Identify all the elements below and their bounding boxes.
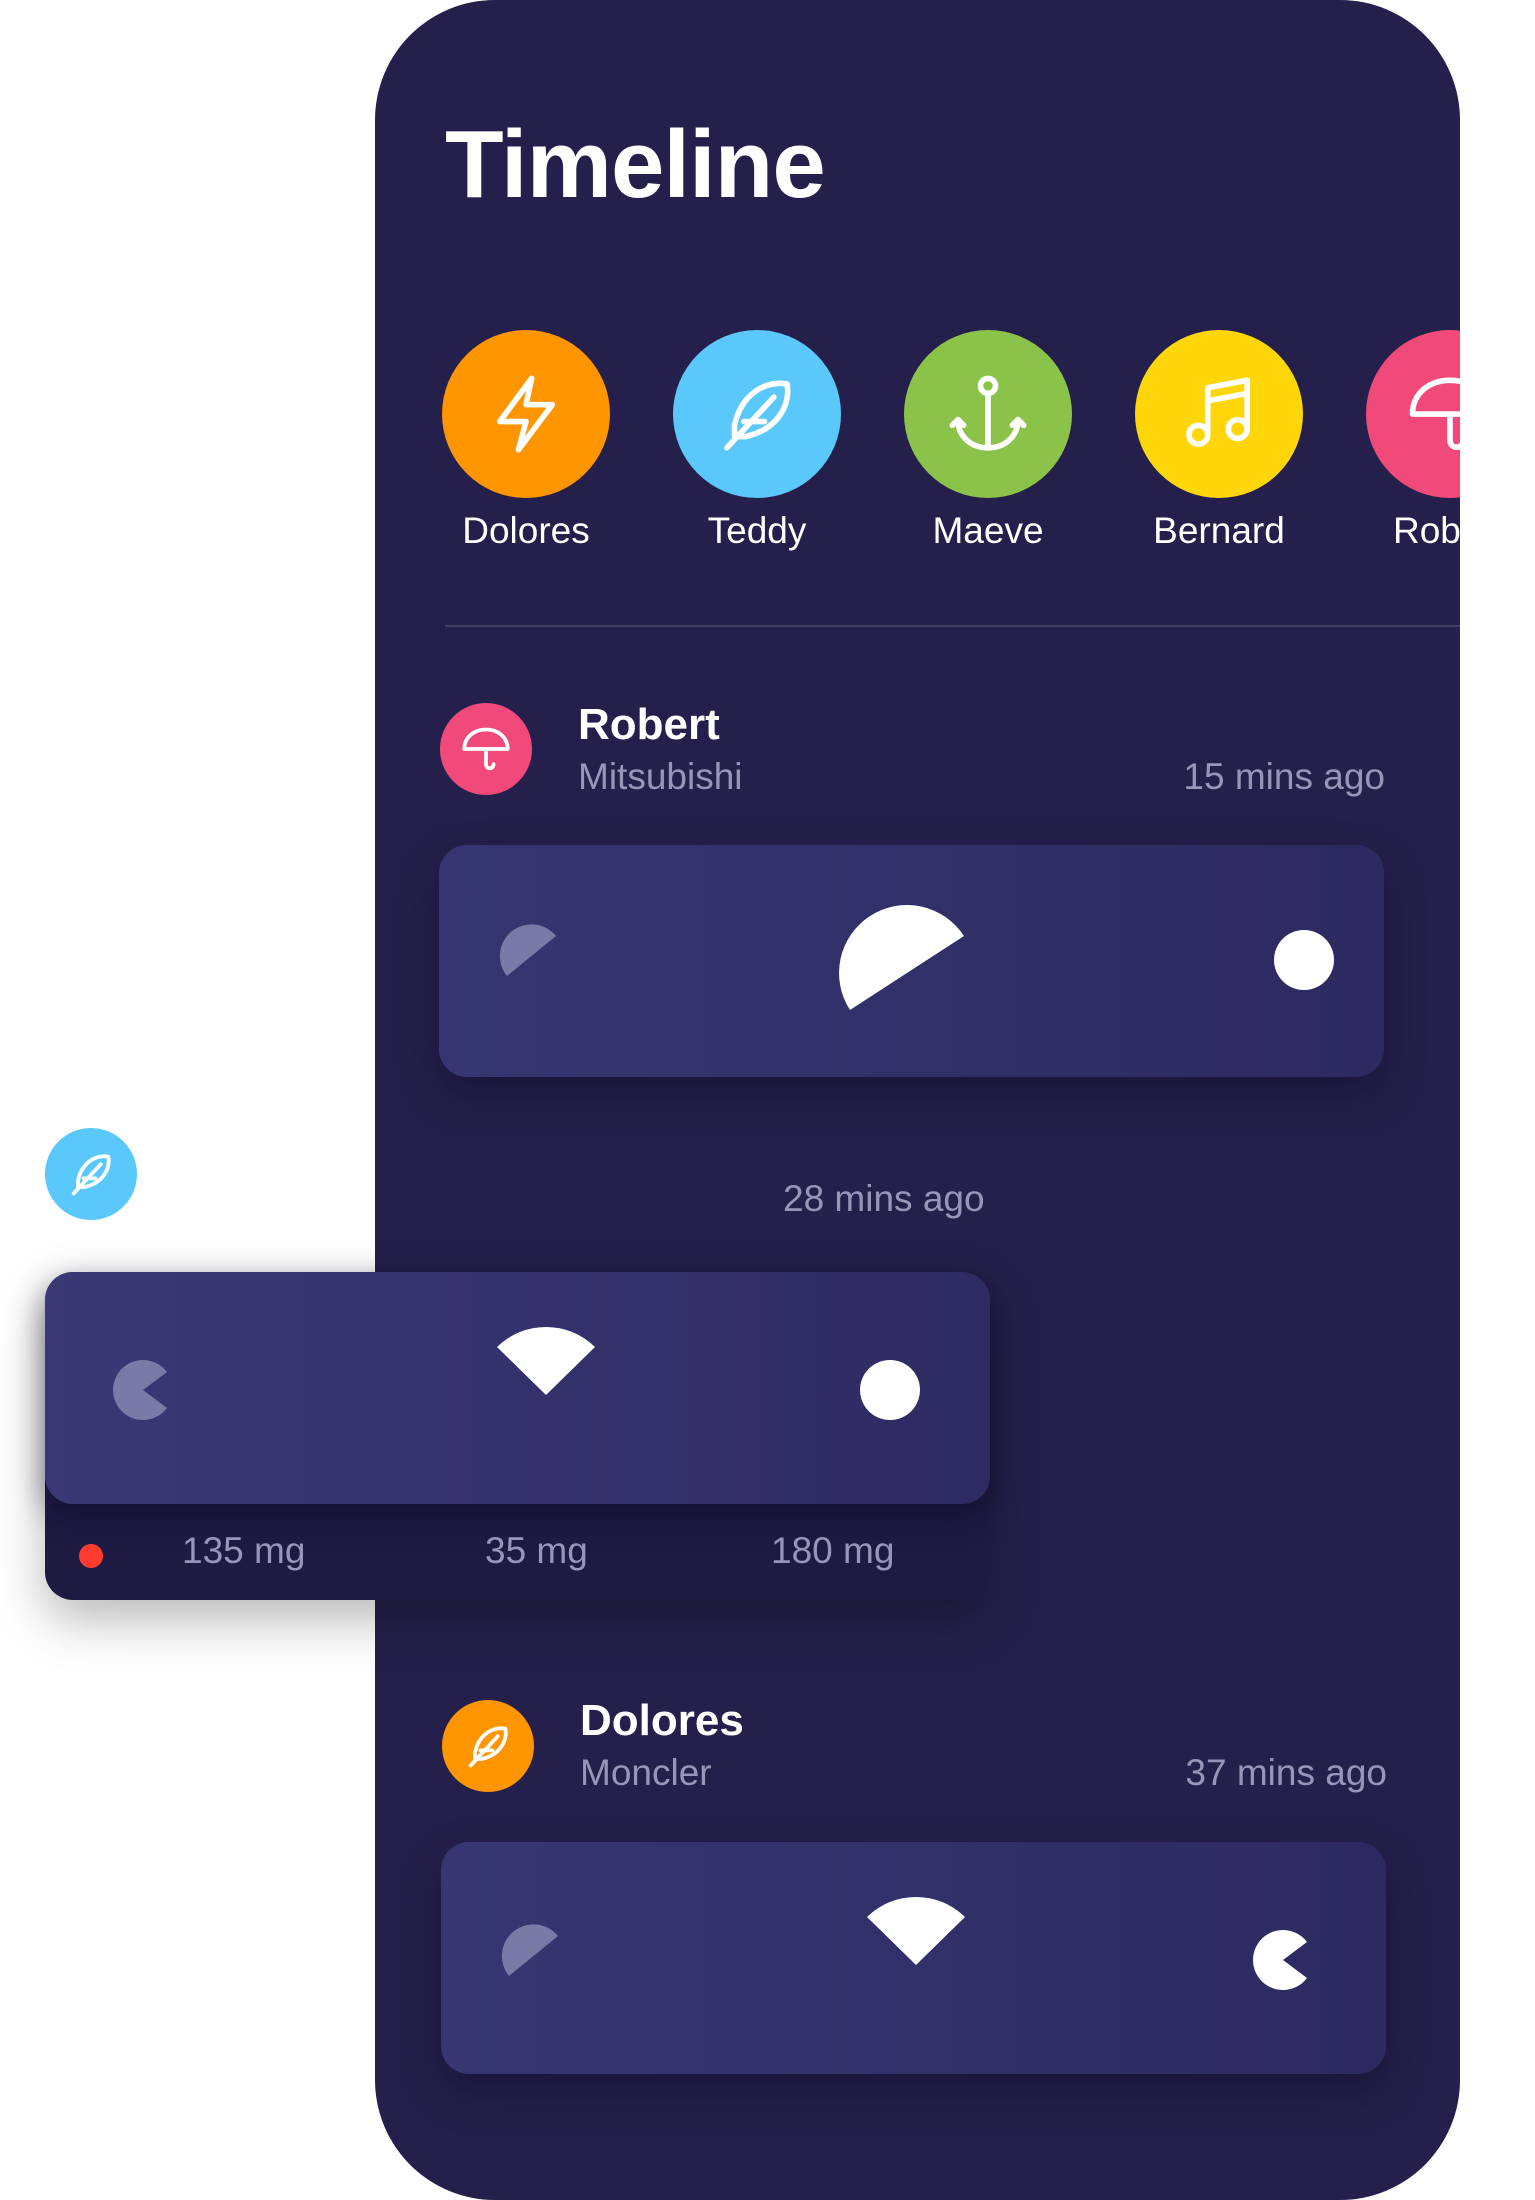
story-name: Dolores [462, 510, 590, 551]
lightning-icon [442, 330, 610, 498]
umbrella-icon[interactable] [440, 703, 532, 795]
music-note-icon [1135, 330, 1303, 498]
partial-circle-shape [501, 1924, 558, 1976]
status-indicator [79, 1544, 103, 1568]
circle-shape [1274, 930, 1334, 990]
story-teddy[interactable]: Teddy [673, 330, 841, 551]
timeline-card[interactable] [439, 845, 1384, 1077]
timeline-card[interactable] [45, 1272, 990, 1504]
post-author-name[interactable]: Robert [578, 700, 720, 750]
story-maeve[interactable]: Maeve [904, 330, 1072, 551]
dose-value: 35 mg [485, 1530, 588, 1571]
quarter-circle-shape [867, 1896, 965, 1965]
story-name: Bernard [1153, 510, 1285, 551]
story-dolores[interactable]: Dolores [442, 330, 610, 551]
post-author-name[interactable]: Dolores [580, 1696, 744, 1746]
umbrella-icon [1366, 330, 1460, 498]
post-timestamp: 37 mins ago [1185, 1752, 1387, 1793]
pie-shape [1253, 1930, 1307, 1990]
entry-timestamp: 28 mins ago [783, 1178, 985, 1219]
page-title: Timeline [445, 111, 826, 218]
timeline-card[interactable] [441, 1842, 1386, 2074]
story-rob[interactable]: Rob [1366, 330, 1460, 551]
dose-value: 135 mg [182, 1530, 306, 1571]
phone-screen: Timeline Dolores Teddy Maeve Bernard Rob… [375, 0, 1460, 2200]
half-circle-shape [839, 905, 964, 1010]
story-name: Teddy [707, 510, 807, 551]
post-subtitle: Mitsubishi [578, 756, 743, 797]
partial-circle-shape [499, 924, 556, 976]
story-bernard[interactable]: Bernard [1135, 330, 1303, 551]
post-timestamp: 15 mins ago [1183, 756, 1385, 797]
feather-icon[interactable] [45, 1128, 137, 1220]
expanded-entry[interactable]: 135 mg 35 mg 180 mg [45, 1272, 990, 1600]
pie-shape [113, 1360, 167, 1420]
dose-value: 180 mg [771, 1530, 895, 1571]
post-subtitle: Moncler [580, 1752, 712, 1793]
quarter-circle-shape [497, 1326, 595, 1395]
anchor-icon [904, 330, 1072, 498]
feather-icon[interactable] [442, 1700, 534, 1792]
circle-shape [860, 1360, 920, 1420]
divider [445, 625, 1460, 627]
feather-icon [673, 330, 841, 498]
story-name: Rob [1393, 510, 1460, 551]
story-name: Maeve [932, 510, 1044, 551]
